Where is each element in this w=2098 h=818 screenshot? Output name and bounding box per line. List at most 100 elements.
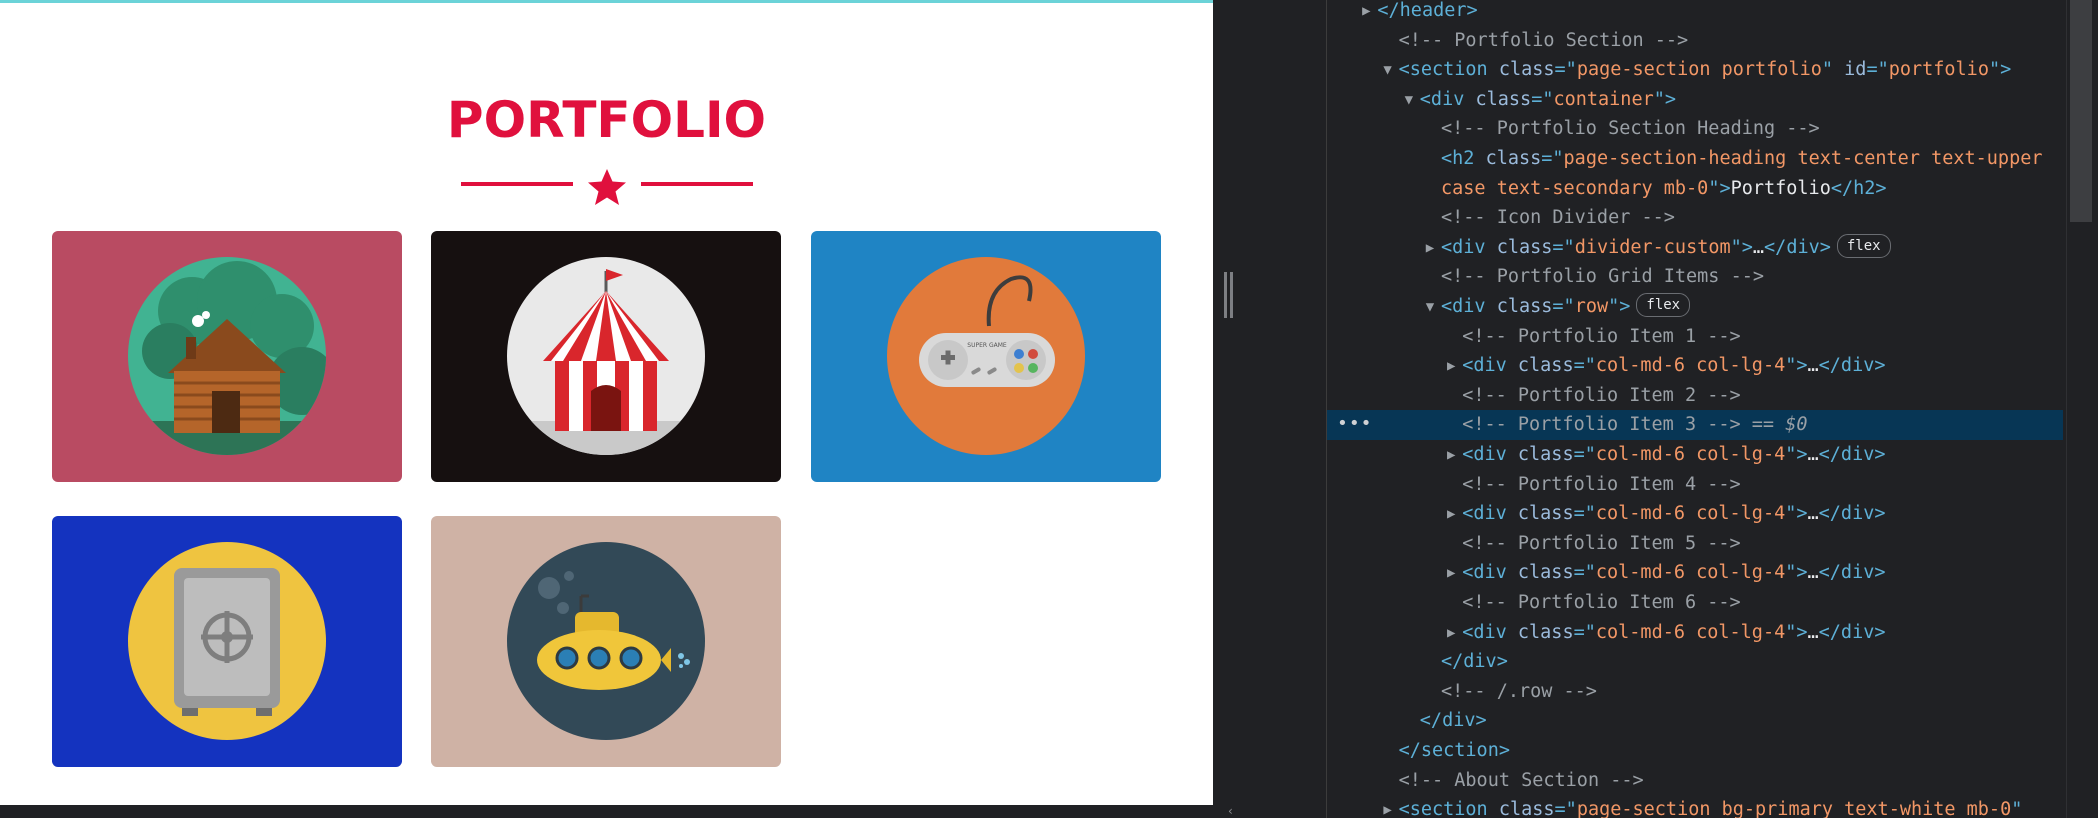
code-token: </div>	[1818, 444, 1886, 465]
dom-node-line[interactable]: ▶ <section class="page-section bg-primary…	[1327, 795, 2063, 818]
dom-node-line[interactable]: ▶ <div class="col-md-6 col-lg-4">…</div>	[1327, 499, 2063, 529]
code-token: <div	[1462, 444, 1518, 465]
code-token: container	[1553, 88, 1654, 110]
dom-node-code: <!-- Portfolio Section Heading -->	[1441, 114, 1820, 144]
code-token: ">	[1785, 444, 1808, 465]
code-token: == $0	[1740, 414, 1808, 436]
code-token: class	[1498, 799, 1555, 818]
dom-node-line[interactable]: ▼ <div class="row"> flex	[1327, 292, 2063, 322]
code-token: </div>	[1818, 503, 1886, 525]
node-actions-icon[interactable]: •••	[1337, 410, 1373, 438]
expand-open-icon[interactable]: ▼	[1423, 292, 1437, 322]
code-token: <!-- Portfolio Item 1 -->	[1462, 325, 1741, 347]
code-token: col-md-6 col-lg-4	[1595, 621, 1786, 643]
code-token: class	[1498, 59, 1555, 81]
expand-closed-icon[interactable]: ▶	[1381, 795, 1395, 818]
code-token: page-section portfolio	[1576, 59, 1822, 81]
dom-node-code: case text-secondary mb-0">Portfolio</h2>	[1441, 174, 1887, 204]
expand-open-icon[interactable]: ▼	[1402, 85, 1416, 115]
log-cabin-icon	[128, 257, 326, 455]
portfolio-item-circus[interactable]	[431, 231, 781, 482]
code-token: <!-- Portfolio Item 4 -->	[1462, 473, 1741, 495]
code-token: ">	[1608, 296, 1631, 317]
dom-node-line[interactable]: </div>	[1327, 647, 2063, 677]
code-token: <div	[1441, 236, 1497, 258]
split-gutter	[1213, 0, 1326, 818]
dom-node-line[interactable]: ▼ <section class="page-section portfolio"…	[1327, 55, 2063, 85]
expand-closed-icon[interactable]: ▶	[1444, 499, 1458, 529]
dom-node-line[interactable]: ▶ <div class="col-md-6 col-lg-4">…</div>	[1327, 618, 2063, 648]
portfolio-item-safe[interactable]	[52, 516, 402, 767]
devtools-elements-panel: ▶ </header> <!-- Portfolio Section --> ▼ <se…	[1326, 0, 2098, 818]
code-token: ="	[1531, 88, 1554, 110]
code-token: <!-- /.row -->	[1441, 680, 1597, 702]
expand-open-icon[interactable]: ▼	[1381, 55, 1395, 85]
flex-badge[interactable]: flex	[1636, 293, 1691, 317]
dom-node-line[interactable]: ▶ <div class="col-md-6 col-lg-4">…</div>	[1327, 440, 2063, 470]
code-token: "	[1821, 59, 1845, 81]
dom-node-code: </div>	[1420, 706, 1487, 736]
dom-node-line[interactable]: <h2 class="page-section-heading text-cen…	[1327, 144, 2063, 174]
dom-node-line[interactable]: ▶ <div class="divider-custom">…</div> flex	[1327, 233, 2063, 263]
code-token: portfolio	[1888, 59, 1989, 81]
dom-node-code: <!-- /.row -->	[1441, 677, 1597, 707]
code-token: </h2>	[1830, 177, 1887, 199]
dom-node-line[interactable]: <!-- Portfolio Item 1 -->	[1327, 322, 2063, 352]
portfolio-item-cabin[interactable]	[52, 231, 402, 482]
dom-node-line[interactable]: <!-- Portfolio Item 5 -->	[1327, 529, 2063, 559]
code-token: class	[1496, 236, 1553, 258]
code-token: </section>	[1398, 740, 1510, 761]
dom-node-line[interactable]: ▶ <div class="col-md-6 col-lg-4">…</div>	[1327, 558, 2063, 588]
dom-node-code: </section>	[1399, 736, 1510, 766]
code-token: class	[1517, 562, 1574, 584]
dom-node-line[interactable]: <!-- Portfolio Section Heading -->	[1327, 114, 2063, 144]
expand-closed-icon[interactable]: ▶	[1359, 0, 1373, 26]
code-token: <section	[1398, 799, 1499, 818]
dom-node-line[interactable]: <!-- Portfolio Grid Items -->	[1327, 262, 2063, 292]
code-token: </div>	[1764, 236, 1831, 258]
dom-node-line[interactable]: <!-- /.row -->	[1327, 677, 2063, 707]
dom-node-code: <section class="page-section bg-primary …	[1399, 795, 2023, 818]
dom-node-code: <div class="col-md-6 col-lg-4">…</div>	[1462, 499, 1885, 529]
dom-node-line[interactable]: case text-secondary mb-0">Portfolio</h2>	[1327, 174, 2063, 204]
dom-node-line[interactable]: <!-- Portfolio Item 4 -->	[1327, 470, 2063, 500]
dom-node-line[interactable]: <!-- Portfolio Item 2 -->	[1327, 381, 2063, 411]
dom-node-line[interactable]: ••• <!-- Portfolio Item 3 --> == $0	[1327, 410, 2063, 441]
code-token: ">	[1785, 621, 1808, 643]
dom-node-code: <!-- About Section -->	[1399, 766, 1644, 796]
code-token: "	[2011, 799, 2023, 818]
dom-node-line[interactable]: ▶ <div class="col-md-6 col-lg-4">…</div>	[1327, 351, 2063, 381]
portfolio-item-submarine[interactable]	[431, 516, 781, 767]
code-token: ="	[1573, 355, 1596, 377]
code-token: <section	[1398, 59, 1499, 81]
flex-badge[interactable]: flex	[1836, 233, 1891, 258]
panel-resize-handle[interactable]	[1224, 272, 1234, 318]
portfolio-item-game[interactable]: SUPER GAME	[811, 231, 1161, 482]
code-token: col-md-6 col-lg-4	[1595, 503, 1786, 525]
dom-node-line[interactable]: <!-- Portfolio Section -->	[1327, 26, 2063, 56]
dom-node-line[interactable]: ▶ </header>	[1327, 0, 2063, 26]
divider-line-left	[461, 182, 573, 186]
dom-node-line[interactable]: </div>	[1327, 706, 2063, 736]
scrollbar-thumb[interactable]	[2070, 0, 2092, 222]
expand-closed-icon[interactable]: ▶	[1444, 558, 1458, 588]
dom-node-line[interactable]: <!-- Icon Divider -->	[1327, 203, 2063, 233]
dom-node-line[interactable]: <!-- About Section -->	[1327, 766, 2063, 796]
code-token: ="	[1554, 59, 1577, 81]
code-token: ">	[1708, 177, 1731, 199]
expand-closed-icon[interactable]: ▶	[1444, 618, 1458, 648]
dom-node-code: <!-- Portfolio Grid Items -->	[1441, 262, 1764, 292]
dom-node-code: <section class="page-section portfolio" …	[1399, 55, 2012, 85]
code-token: …	[1807, 503, 1819, 525]
code-token: case text-secondary mb-0	[1441, 177, 1709, 199]
code-token: ="	[1541, 148, 1564, 169]
dom-node-code: <!-- Portfolio Item 5 -->	[1462, 529, 1740, 559]
expand-closed-icon[interactable]: ▶	[1423, 233, 1437, 263]
dom-node-line[interactable]: <!-- Portfolio Item 6 -->	[1327, 588, 2063, 618]
dom-node-line[interactable]: </section>	[1327, 736, 2063, 766]
code-token: <h2	[1441, 148, 1486, 169]
expand-closed-icon[interactable]: ▶	[1444, 351, 1458, 381]
expand-closed-icon[interactable]: ▶	[1444, 440, 1458, 470]
dom-node-code: <!-- Portfolio Item 4 -->	[1462, 470, 1740, 500]
dom-node-line[interactable]: ▼ <div class="container">	[1327, 85, 2063, 115]
